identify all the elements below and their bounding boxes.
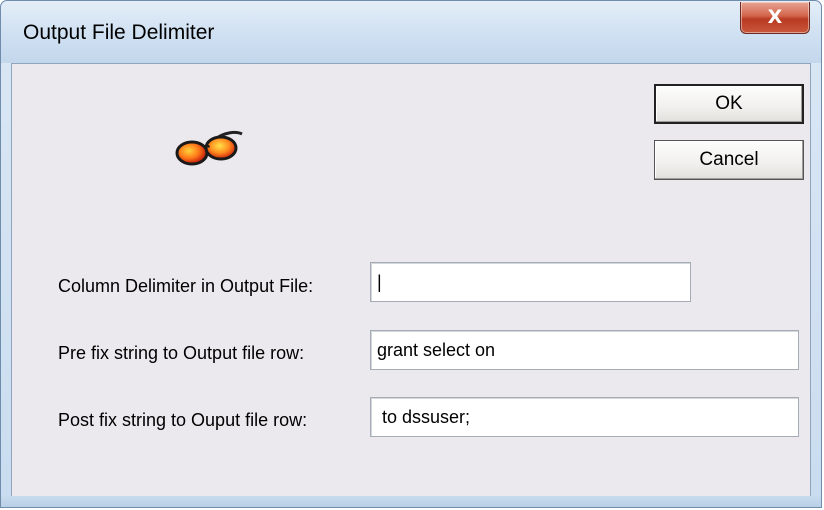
- prefix-string-label: Pre fix string to Output file row:: [58, 343, 305, 363]
- postfix-string-label: Post fix string to Ouput file row:: [58, 410, 308, 430]
- prefix-string-input[interactable]: grant select on: [370, 330, 799, 370]
- dialog-window: Output File Delimiter X OK Cancel Column…: [0, 0, 822, 508]
- column-delimiter-input[interactable]: |: [370, 262, 691, 302]
- cancel-button[interactable]: Cancel: [654, 140, 804, 180]
- sunglasses-icon: [175, 130, 243, 166]
- dialog-body: OK Cancel Column Delimiter in Output Fil…: [11, 63, 811, 498]
- ok-button[interactable]: OK: [654, 84, 804, 124]
- close-button[interactable]: X: [740, 2, 810, 34]
- title-bar[interactable]: Output File Delimiter X: [1, 1, 821, 63]
- column-delimiter-label: Column Delimiter in Output File:: [58, 276, 314, 296]
- postfix-string-input[interactable]: to dssuser;: [370, 397, 799, 437]
- window-title: Output File Delimiter: [23, 21, 215, 44]
- window-bottom-border: [1, 496, 821, 507]
- close-icon: X: [767, 6, 783, 28]
